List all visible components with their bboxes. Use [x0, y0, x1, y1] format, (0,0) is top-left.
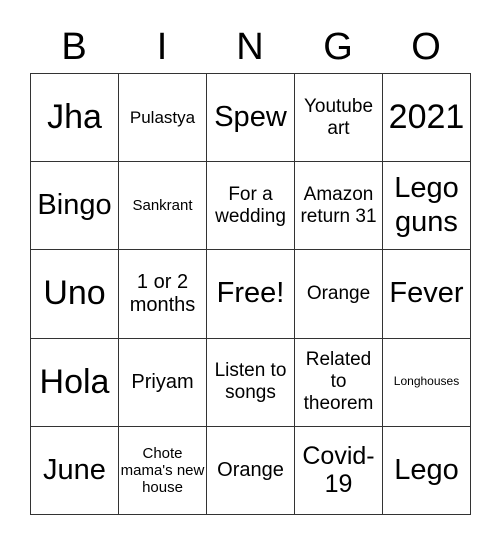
bingo-cell[interactable]: For a wedding — [207, 162, 295, 251]
bingo-cell[interactable]: Lego — [383, 426, 471, 515]
header-letter-b: B — [61, 26, 87, 68]
header-letter-o: O — [411, 26, 441, 68]
bingo-cell[interactable]: Priyam — [119, 338, 207, 427]
bingo-cell[interactable]: Amazon return 31 — [295, 162, 383, 251]
bingo-cell[interactable]: Bingo — [31, 162, 119, 251]
header-letter-g: G — [323, 26, 353, 68]
header-letter-n: N — [236, 26, 264, 68]
bingo-cell[interactable]: Fever — [383, 250, 471, 339]
bingo-cell[interactable]: Youtube art — [295, 74, 383, 163]
bingo-grid: Jha Pulastya Spew Youtube art 2021 Bingo… — [30, 73, 471, 515]
bingo-cell free-space[interactable]: Free! — [207, 250, 295, 339]
bingo-cell[interactable]: Uno — [31, 250, 119, 339]
bingo-cell[interactable]: Listen to songs — [207, 338, 295, 427]
bingo-cell[interactable]: Spew — [207, 74, 295, 163]
bingo-cell[interactable]: Orange — [295, 250, 383, 339]
bingo-cell[interactable]: Longhouses — [383, 338, 471, 427]
bingo-cell[interactable]: 1 or 2 months — [119, 250, 207, 339]
bingo-cell[interactable]: Related to theorem — [295, 338, 383, 427]
bingo-cell[interactable]: June — [31, 426, 119, 515]
bingo-header: B I N G O — [30, 22, 470, 72]
bingo-cell[interactable]: Sankrant — [119, 162, 207, 251]
bingo-cell[interactable]: Orange — [207, 426, 295, 515]
header-letter-i: I — [156, 26, 168, 68]
bingo-cell[interactable]: 2021 — [383, 74, 471, 163]
bingo-cell[interactable]: Jha — [31, 74, 119, 163]
bingo-cell[interactable]: Lego guns — [383, 162, 471, 251]
bingo-cell[interactable]: Covid-19 — [295, 426, 383, 515]
bingo-cell[interactable]: Chote mama's new house — [119, 426, 207, 515]
bingo-cell[interactable]: Pulastya — [119, 74, 207, 163]
bingo-cell[interactable]: Hola — [31, 338, 119, 427]
